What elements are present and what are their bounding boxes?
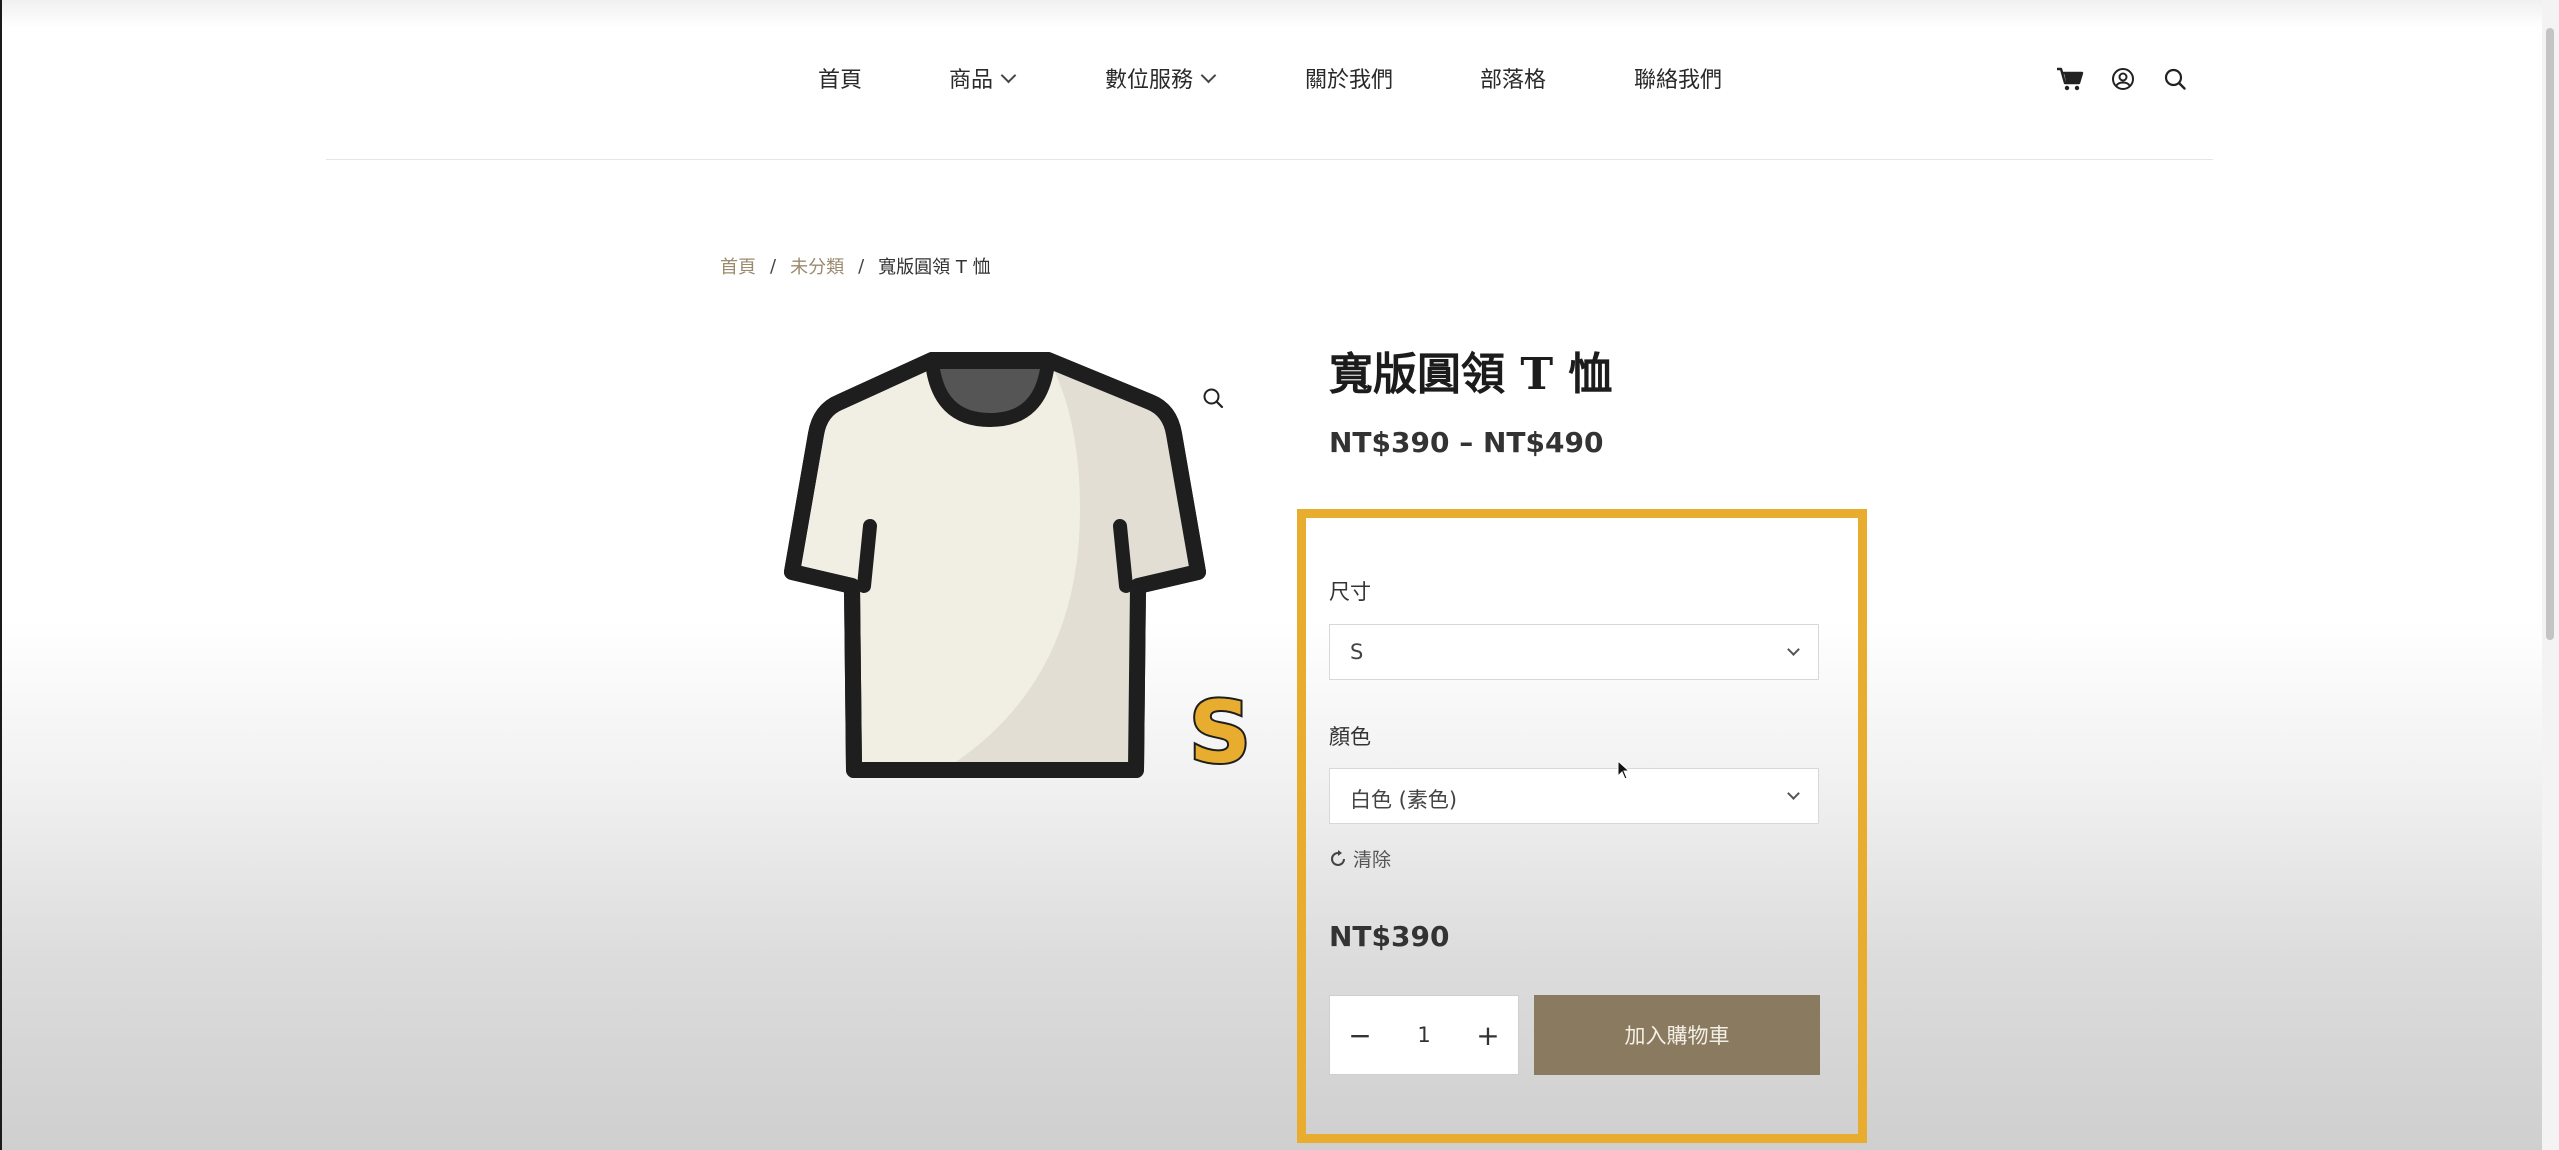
add-to-cart-button[interactable]: 加入購物車 <box>1534 995 1820 1075</box>
size-select-value: S <box>1350 640 1364 664</box>
breadcrumb: 首頁 / 未分類 / 寬版圓領 T 恤 <box>720 253 991 279</box>
chevron-down-icon <box>1787 643 1800 656</box>
selected-price: NT$390 <box>1329 920 1450 953</box>
nav-home-label: 首頁 <box>818 68 863 93</box>
window-edge <box>0 0 2 1150</box>
color-label: 顏色 <box>1329 725 1371 749</box>
nav-home[interactable]: 首頁 <box>818 62 862 94</box>
quantity-stepper: − 1 + <box>1329 995 1519 1075</box>
size-badge: S <box>1187 686 1253 774</box>
nav-contact-label: 聯絡我們 <box>1634 68 1723 93</box>
nav-about[interactable]: 關於我們 <box>1305 62 1393 94</box>
nav-digital-services-label: 數位服務 <box>1105 68 1194 93</box>
color-select-value: 白色 (素色) <box>1350 788 1458 812</box>
nav-blog-label: 部落格 <box>1480 68 1547 93</box>
header-divider <box>326 159 2213 160</box>
breadcrumb-separator: / <box>858 255 865 277</box>
breadcrumb-current: 寬版圓領 T 恤 <box>878 257 991 278</box>
breadcrumb-category[interactable]: 未分類 <box>790 253 844 279</box>
nav-digital-services[interactable]: 數位服務 <box>1105 62 1217 94</box>
quantity-increase-button[interactable]: + <box>1458 996 1518 1074</box>
nav-blog[interactable]: 部落格 <box>1480 62 1546 94</box>
mouse-cursor-icon <box>1617 760 1631 780</box>
color-select[interactable]: 白色 (素色) <box>1329 768 1819 824</box>
product-title: 寬版圓領 T 恤 <box>1329 349 1613 400</box>
size-select[interactable]: S <box>1329 624 1819 680</box>
cart-icon[interactable] <box>2055 64 2085 94</box>
chevron-down-icon <box>1000 67 1017 83</box>
clear-selection-link[interactable]: 清除 <box>1329 845 1391 872</box>
nav-contact[interactable]: 聯絡我們 <box>1634 62 1722 94</box>
nav-about-label: 關於我們 <box>1305 68 1394 93</box>
search-icon[interactable] <box>2160 64 2190 94</box>
breadcrumb-home[interactable]: 首頁 <box>720 253 756 279</box>
scrollbar-thumb[interactable] <box>2546 28 2554 640</box>
tshirt-icon <box>784 352 1206 778</box>
nav-products[interactable]: 商品 <box>949 62 1017 94</box>
price-range: NT$390 – NT$490 <box>1329 426 1604 459</box>
breadcrumb-separator: / <box>770 255 777 277</box>
quantity-input[interactable]: 1 <box>1390 996 1458 1074</box>
top-shadow <box>0 0 2559 28</box>
user-icon[interactable] <box>2108 64 2138 94</box>
chevron-down-icon <box>1787 787 1800 800</box>
svg-text:S: S <box>1189 686 1251 774</box>
chevron-down-icon <box>1200 67 1217 83</box>
refresh-icon <box>1331 849 1345 866</box>
product-image[interactable] <box>780 350 1210 784</box>
clear-label: 清除 <box>1353 849 1392 871</box>
nav-products-label: 商品 <box>949 68 994 93</box>
quantity-decrease-button[interactable]: − <box>1330 996 1390 1074</box>
zoom-icon[interactable] <box>1196 381 1230 415</box>
size-label: 尺寸 <box>1329 580 1371 604</box>
